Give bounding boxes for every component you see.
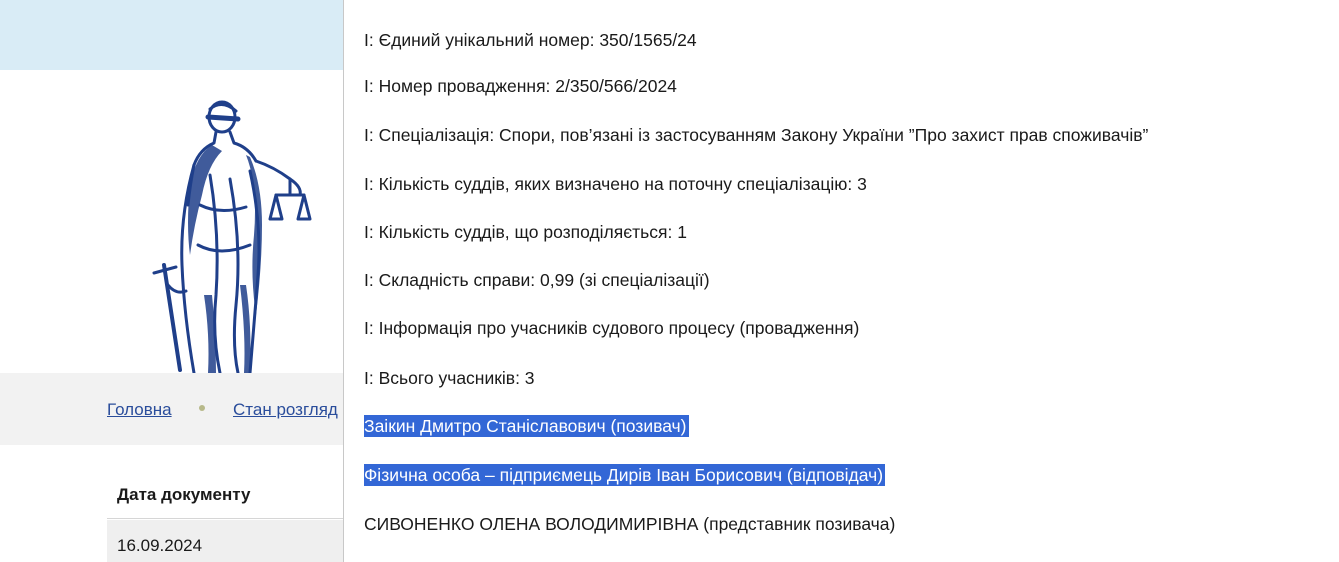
table-row-date[interactable]: 16.09.2024 (107, 520, 343, 562)
participants-info-heading: І: Інформація про учасників судового про… (364, 318, 860, 338)
judges-distributed: І: Кількість суддів, що розподіляється: … (364, 222, 687, 242)
case-unique-number: І: Єдиний унікальний номер: 350/1565/24 (364, 30, 697, 50)
judges-count: І: Кількість суддів, яких визначено на п… (364, 174, 867, 194)
participant-plaintiff[interactable]: Заікин Дмитро Станіславович (позивач) (364, 415, 689, 437)
participant-defendant[interactable]: Фізична особа – підприємець Дирів Іван Б… (364, 464, 886, 486)
participant-representative[interactable]: СИВОНЕНКО ОЛЕНА ВОЛОДИМИРІВНА (представн… (364, 513, 895, 535)
proceeding-number: І: Номер провадження: 2/350/566/2024 (364, 76, 677, 96)
breadcrumb-home-link[interactable]: Головна (107, 400, 172, 420)
themis-justice-statue-icon (152, 100, 312, 373)
breadcrumb-separator (199, 405, 205, 411)
column-header-date: Дата документу (107, 475, 343, 519)
breadcrumb-state-link[interactable]: Стан розгляд (233, 400, 338, 420)
documents-table: Дата документу 16.09.2024 (0, 445, 343, 562)
case-details-panel: І: Єдиний унікальний номер: 350/1565/24 … (343, 0, 1339, 562)
header-band (0, 0, 343, 70)
participants-total: І: Всього учасників: 3 (364, 368, 535, 388)
specialization: І: Спеціалізація: Спори, пов’язані із за… (364, 125, 1149, 145)
case-complexity: І: Складність справи: 0,99 (зі спеціаліз… (364, 270, 710, 290)
